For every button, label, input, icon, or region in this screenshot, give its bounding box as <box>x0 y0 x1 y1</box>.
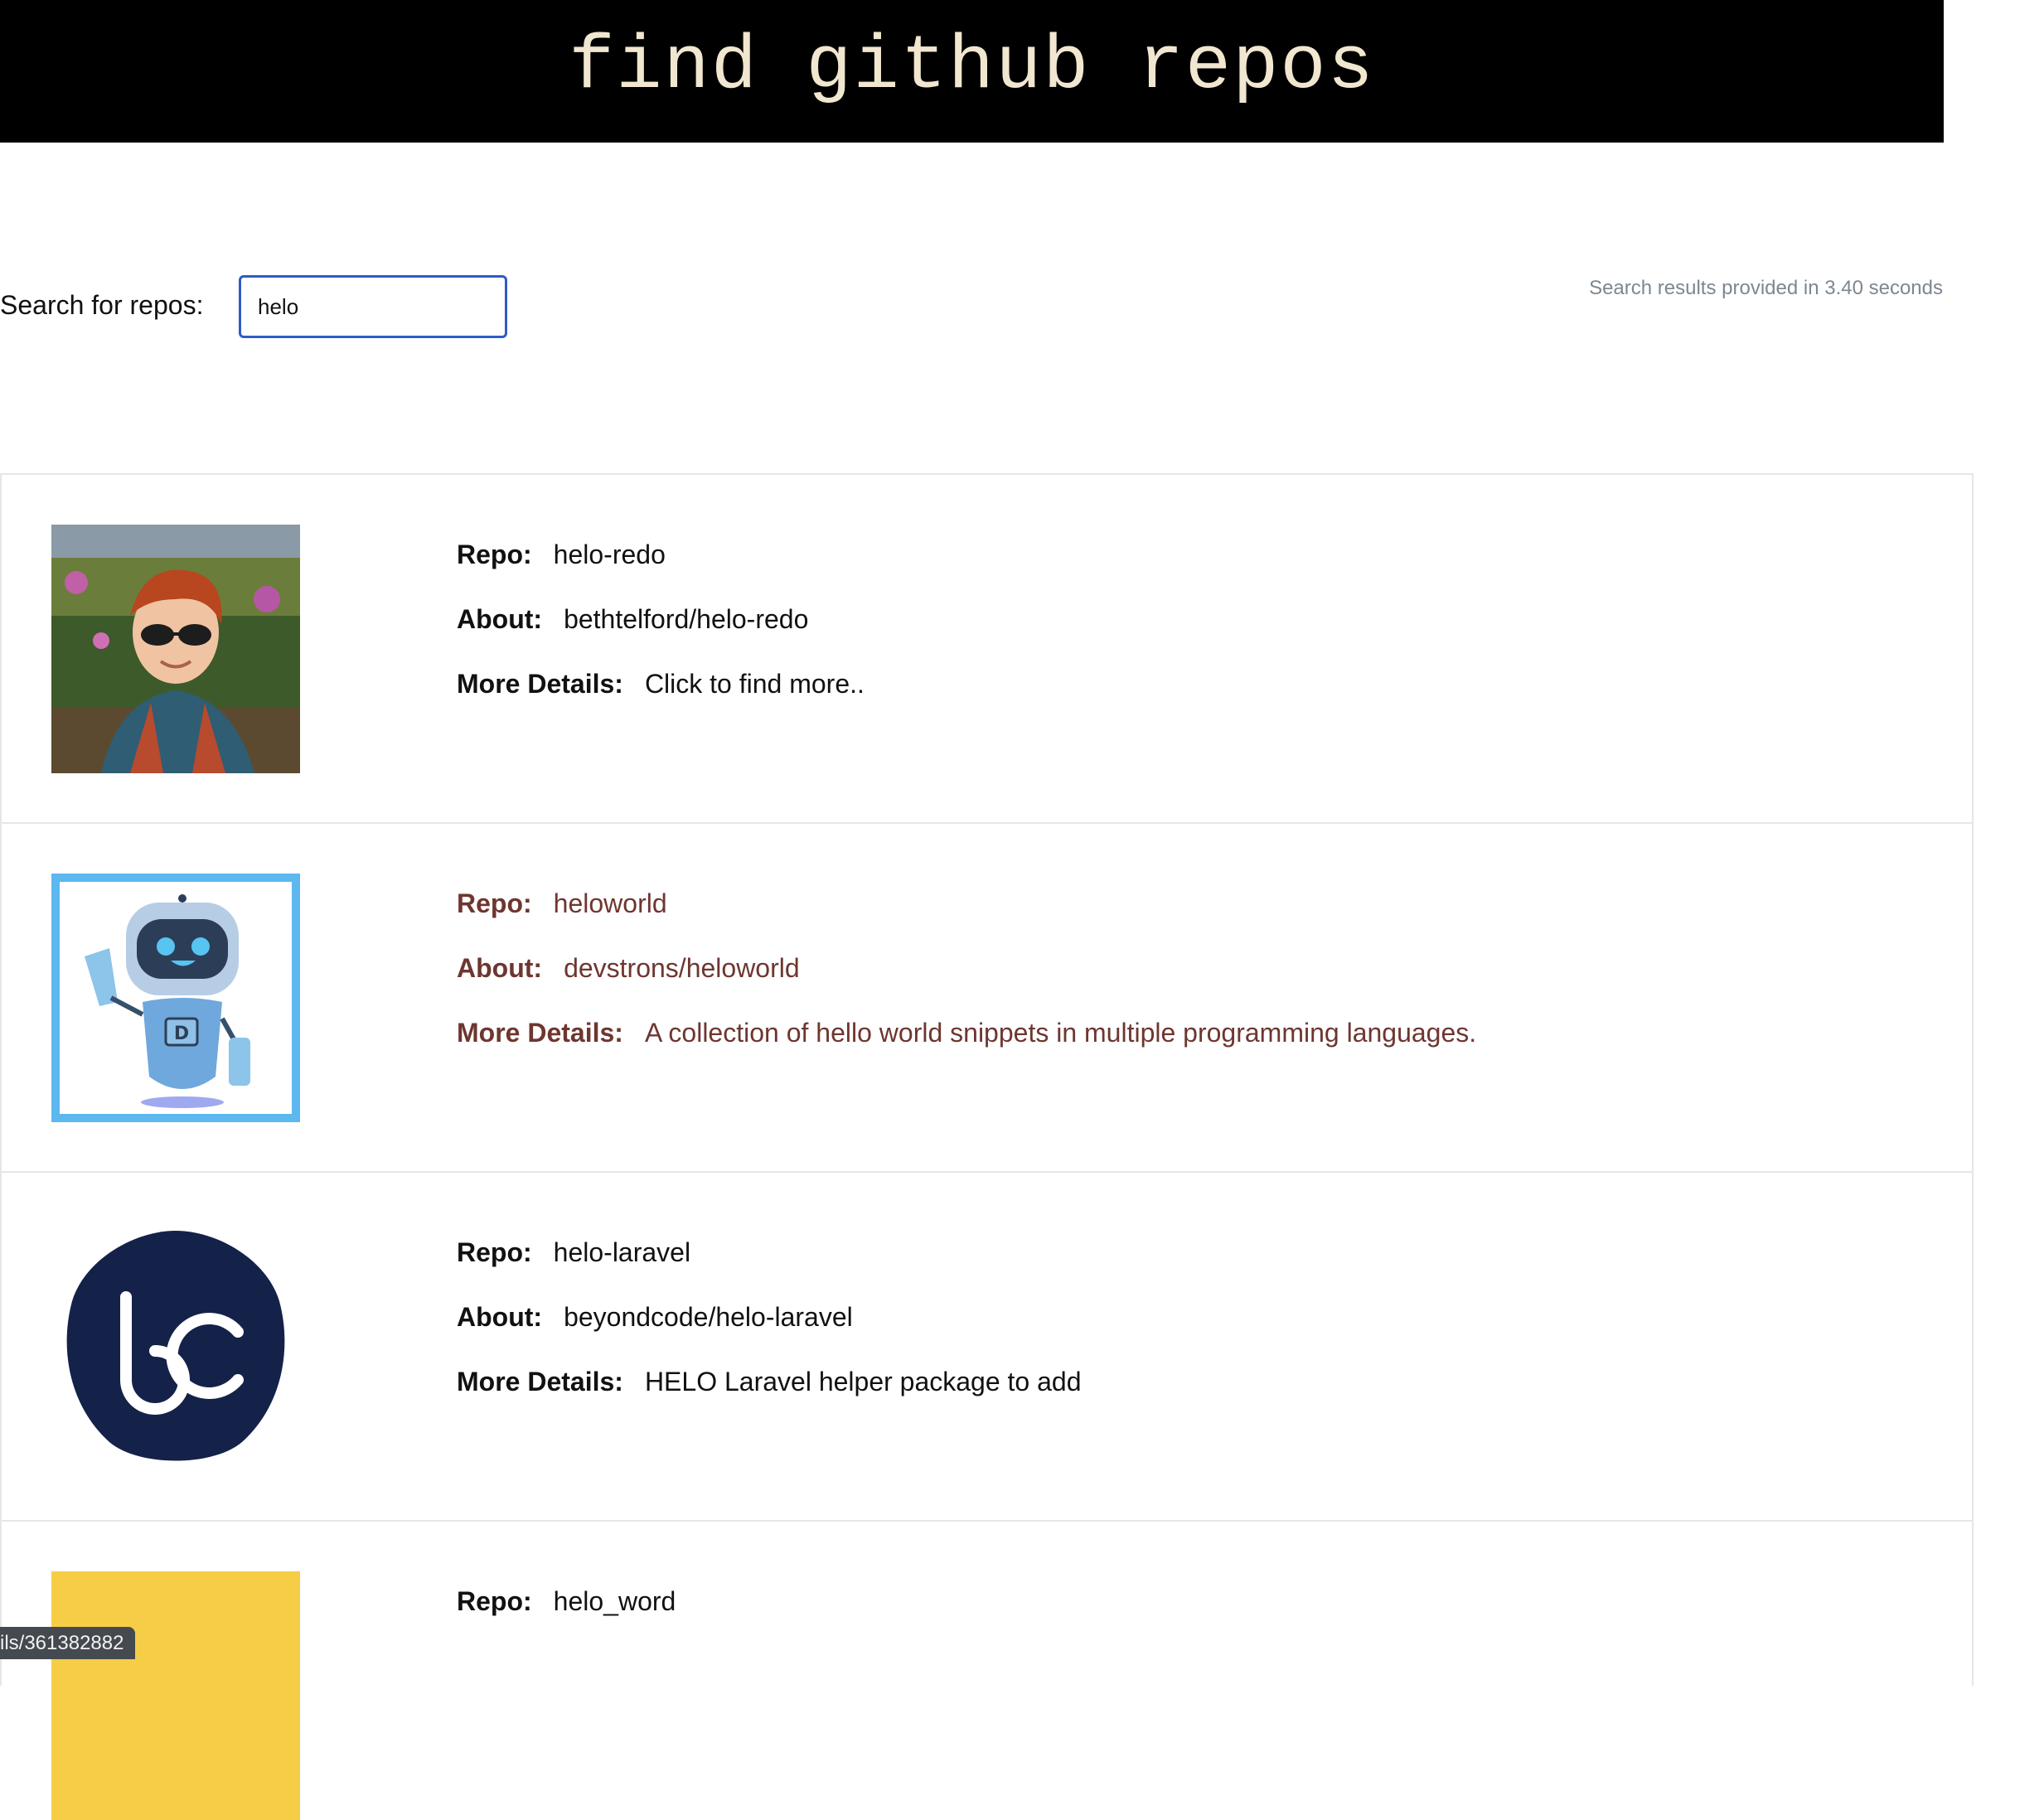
repo-label: Repo: <box>457 540 532 569</box>
bc-logo-icon <box>51 1222 300 1471</box>
repo-full-name: devstrons/heloworld <box>564 953 800 983</box>
repo-description: A collection of hello world snippets in … <box>644 1018 1477 1048</box>
repo-label: Repo: <box>457 1237 532 1267</box>
about-label: About: <box>457 953 543 983</box>
more-details-label: More Details: <box>457 669 623 699</box>
result-card[interactable]: Repo: helo-laravel About: beyondcode/hel… <box>0 1171 1974 1520</box>
avatar-image <box>51 1222 300 1471</box>
result-card[interactable]: D Repo: heloworld About: devstrons/helow… <box>0 822 1974 1171</box>
more-details-label: More Details: <box>457 1367 623 1396</box>
repo-full-name: beyondcode/helo-laravel <box>564 1302 853 1332</box>
more-details-field: More Details: Click to find more.. <box>457 669 865 733</box>
repo-name: helo-redo <box>553 540 666 569</box>
about-label: About: <box>457 1302 543 1332</box>
avatar-image <box>51 525 300 773</box>
about-field: About: devstrons/heloworld <box>457 953 1476 1018</box>
yellow-logo-icon <box>51 1571 300 1820</box>
repo-name: helo-laravel <box>553 1237 691 1267</box>
repo-label: Repo: <box>457 888 532 918</box>
search-input[interactable] <box>239 275 507 338</box>
status-bar-url: ils/361382882 <box>0 1627 136 1659</box>
repo-field: Repo: helo_word <box>457 1586 676 1651</box>
repo-field: Repo: helo-redo <box>457 540 865 604</box>
search-label: Search for repos: <box>0 290 204 320</box>
repo-label: Repo: <box>457 1586 532 1616</box>
repo-full-name: bethtelford/helo-redo <box>564 604 809 634</box>
about-label: About: <box>457 604 543 634</box>
repo-field: Repo: heloworld <box>457 888 1476 953</box>
repo-name: heloworld <box>553 888 667 918</box>
person-photo-icon <box>51 525 300 773</box>
repo-field: Repo: helo-laravel <box>457 1237 1082 1302</box>
results-list: Repo: helo-redo About: bethtelford/helo-… <box>0 473 1974 1820</box>
svg-text:D: D <box>174 1024 189 1044</box>
search-timing-text: Search results provided in 3.40 seconds <box>1589 277 1943 299</box>
result-card[interactable]: Repo: helo-redo About: bethtelford/helo-… <box>0 473 1974 822</box>
repo-description: HELO Laravel helper package to add <box>644 1367 1082 1396</box>
page-title: find github repos <box>569 22 1375 110</box>
avatar-image <box>51 1571 300 1820</box>
result-card[interactable]: Repo: helo_word <box>0 1520 1974 1820</box>
more-details-label: More Details: <box>457 1018 623 1048</box>
repo-name: helo_word <box>553 1586 676 1616</box>
more-details-field: More Details: HELO Laravel helper packag… <box>457 1367 1082 1431</box>
more-details-field: More Details: A collection of hello worl… <box>457 1018 1476 1082</box>
robot-logo-icon: D <box>51 874 300 1122</box>
avatar-image: D <box>51 874 300 1122</box>
about-field: About: bethtelford/helo-redo <box>457 604 865 669</box>
about-field: About: beyondcode/helo-laravel <box>457 1302 1082 1367</box>
app-header: find github repos <box>0 0 1944 143</box>
repo-description: Click to find more.. <box>644 669 865 699</box>
